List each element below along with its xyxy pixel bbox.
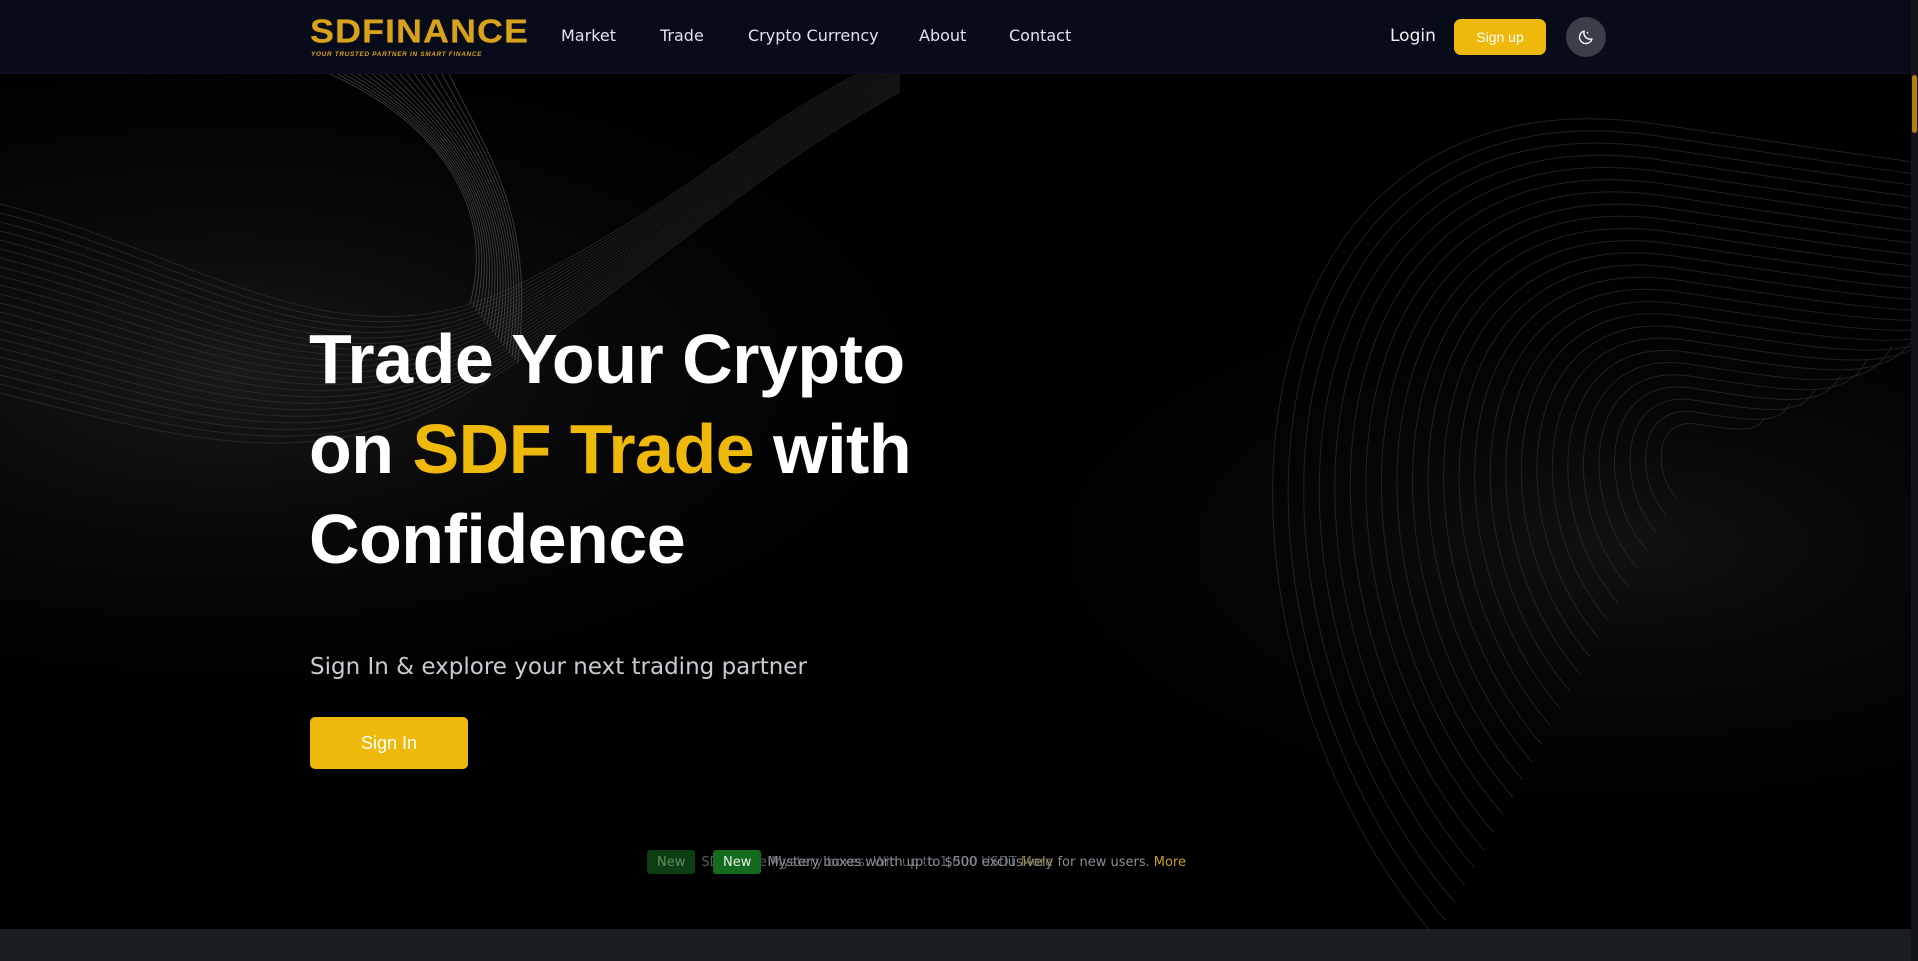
nav-market[interactable]: Market	[561, 26, 616, 45]
announcement-text: Mystery boxes worth up to $500 exclusive…	[767, 854, 1150, 870]
top-navbar: SDFINANCE YOUR TRUSTED PARTNER IN SMART …	[0, 0, 1918, 74]
signup-button[interactable]: Sign up	[1454, 19, 1546, 55]
next-section-edge	[0, 929, 1918, 961]
announcement-more-link[interactable]: More	[1154, 855, 1186, 870]
hero-section: Trade Your Crypto on SDF Trade with Conf…	[0, 74, 1918, 929]
hero-title: Trade Your Crypto on SDF Trade with Conf…	[309, 314, 949, 584]
moon-icon	[1578, 30, 1593, 45]
scrollbar-thumb[interactable]	[1912, 75, 1917, 133]
logo-tagline: YOUR TRUSTED PARTNER IN SMART FINANCE	[311, 51, 483, 58]
login-link[interactable]: Login	[1390, 26, 1436, 46]
nav-contact[interactable]: Contact	[1009, 26, 1071, 45]
nav-about[interactable]: About	[919, 26, 966, 45]
hero-signin-button[interactable]: Sign In	[310, 717, 468, 769]
hero-subtitle: Sign In & explore your next trading part…	[310, 654, 807, 680]
new-badge: New	[713, 850, 762, 874]
new-badge: New	[647, 850, 696, 874]
nav-trade[interactable]: Trade	[660, 26, 704, 45]
sdfinance-logo[interactable]: SDFINANCE YOUR TRUSTED PARTNER IN SMART …	[310, 15, 528, 60]
logo-wordmark: SDFINANCE	[310, 12, 530, 50]
nav-crypto-currency[interactable]: Crypto Currency	[748, 26, 879, 45]
hero-wave-background	[0, 74, 1918, 929]
hero-title-accent: SDF Trade	[412, 410, 755, 488]
theme-toggle-button[interactable]	[1566, 17, 1606, 57]
page-scrollbar[interactable]	[1911, 0, 1918, 961]
announcement-item: New Mystery boxes worth up to $500 exclu…	[713, 850, 1186, 874]
